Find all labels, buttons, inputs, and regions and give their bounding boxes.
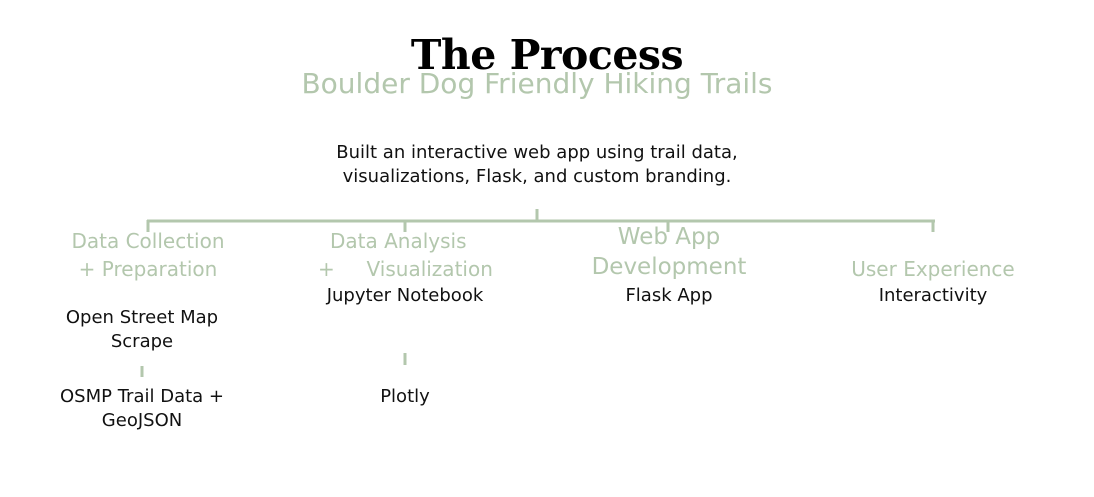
item-open-street-map-scrape: Open Street Map Scrape (65, 307, 219, 352)
item-jupyter-notebook: Jupyter Notebook (326, 285, 484, 306)
item-interactivity: Interactivity (878, 285, 988, 306)
stage-heading-data-collection: Data Collection + Preparation (38, 227, 258, 283)
stage-heading-user-experience: User Experience (813, 255, 1053, 283)
stage-heading-line: Development (591, 253, 747, 280)
stage-heading-line: User Experience (851, 257, 1015, 281)
stage-heading-line: Web App (617, 224, 721, 250)
item-plotly: Plotly (380, 386, 430, 407)
stage-heading-web-app: Web App Development (559, 223, 779, 282)
stage-heading-line: + Preparation (78, 257, 218, 281)
stage-heading-line: + Visualization (318, 257, 493, 281)
stage-heading-data-analysis: Data Analysis + Visualization (318, 227, 493, 283)
stage-heading-line: Data Analysis (330, 229, 467, 253)
item-flask-app: Flask App (625, 285, 713, 306)
item-osmp-trail-data: OSMP Trail Data + GeoJSON (60, 386, 224, 431)
stage-heading-line: Data Collection (71, 229, 225, 253)
